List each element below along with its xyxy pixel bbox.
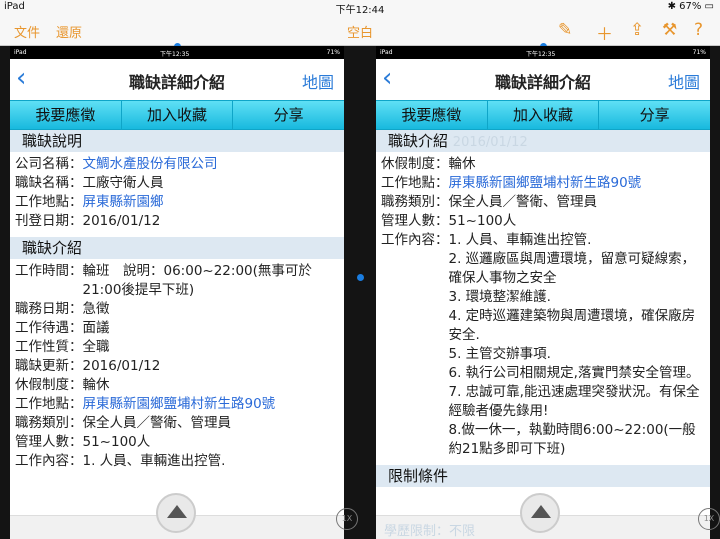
section-header: 職缺介紹 [10,237,344,259]
slide-canvas: iPad 下午12:35 71% ‹ 職缺詳細介紹 地圖 我要應徵 加入收藏 分… [0,43,720,539]
app-toolbar: 文件 還原 空白 ✎ ＋ ⇪ ⚒ ? [0,14,720,46]
selection-handle[interactable] [357,274,364,281]
page-title: 職缺詳細介紹 [128,73,225,92]
mini-status-bar: iPad 下午12:35 71% [376,46,710,59]
battery-label: ✱ 67% ▭ [667,1,714,12]
up-arrow-icon [531,505,551,518]
scroll-up-button[interactable] [520,493,560,533]
paint-icon[interactable]: ✎ [558,20,572,40]
section-header: 限制條件 [376,465,710,487]
apply-button[interactable]: 我要應徵 [376,101,488,129]
section-header: 職缺說明 [10,130,344,152]
description-line: 8.做一休一，執勤時間6:00~22:00(一般約21點多即可下班) [448,422,696,457]
description-line: 5. 主管交辦事項. [448,346,551,362]
description-line: 7. 忠誠可靠,能迅速處理突發狀況。有保全經驗者優先錄用! [448,384,700,419]
zoom-indicator[interactable]: 1X [698,508,720,530]
zoom-indicator[interactable]: 1X [336,508,358,530]
share-button[interactable]: 分享 [233,101,344,129]
share-icon[interactable]: ⇪ [630,20,644,40]
action-tabs: 我要應徵 加入收藏 分享 [10,100,344,130]
favorite-button[interactable]: 加入收藏 [488,101,600,129]
nav-bar: ‹ 職缺詳細介紹 地圖 [376,59,710,99]
ipad-status-bar: iPad 下午12:44 ✱ 67% ▭ [0,0,720,16]
help-icon[interactable]: ? [694,20,703,40]
description-line: 3. 環境整潔維護. [448,289,551,305]
share-button[interactable]: 分享 [599,101,710,129]
left-screenshot[interactable]: iPad 下午12:35 71% ‹ 職缺詳細介紹 地圖 我要應徵 加入收藏 分… [10,46,344,539]
job-content: 職缺介紹 2016/01/12 休假制度：輪休 工作地點：屏東縣新園鄉鹽埔村新生… [376,130,710,487]
right-screenshot[interactable]: iPad 下午12:35 71% ‹ 職缺詳細介紹 地圖 我要應徵 加入收藏 分… [376,46,710,539]
description-line: 2. 巡邏廠區與周遭環境，留意可疑線索，確保人事物之安全 [448,251,696,286]
add-icon[interactable]: ＋ [596,20,613,45]
mini-status-bar: iPad 下午12:35 71% [10,46,344,59]
up-arrow-icon [167,505,187,518]
scroll-up-button[interactable] [156,493,196,533]
description-line: 4. 定時巡邏建築物與周遭環境，確保廠房安全. [448,308,696,343]
description-line: 6. 執行公司相關規定,落實門禁安全管理。 [448,365,700,381]
action-tabs: 我要應徵 加入收藏 分享 [376,100,710,130]
description-line: 1. 人員、車輛進出控管. [448,232,592,248]
job-content: 職缺說明 公司名稱：文鯛水產股份有限公司 職缺名稱：工廠守衛人員 工作地點：屏東… [10,130,344,471]
section-header: 職缺介紹 2016/01/12 [376,130,710,152]
location-link[interactable]: 屏東縣新園鄉 [83,194,164,210]
apply-button[interactable]: 我要應徵 [10,101,122,129]
address-link[interactable]: 屏東縣新園鄉鹽埔村新生路90號 [83,396,276,412]
favorite-button[interactable]: 加入收藏 [122,101,234,129]
nav-bar: ‹ 職缺詳細介紹 地圖 [10,59,344,99]
job-description: 工作內容： 1. 人員、車輛進出控管. 2. 巡邏廠區與周遭環境，留意可疑線索，… [376,231,710,459]
map-link[interactable]: 地圖 [668,69,700,93]
map-link[interactable]: 地圖 [302,69,334,93]
wrench-icon[interactable]: ⚒ [662,20,677,40]
address-link[interactable]: 屏東縣新園鄉鹽埔村新生路90號 [449,175,642,191]
company-link[interactable]: 文鯛水產股份有限公司 [83,156,218,172]
page-title: 職缺詳細介紹 [494,73,591,92]
